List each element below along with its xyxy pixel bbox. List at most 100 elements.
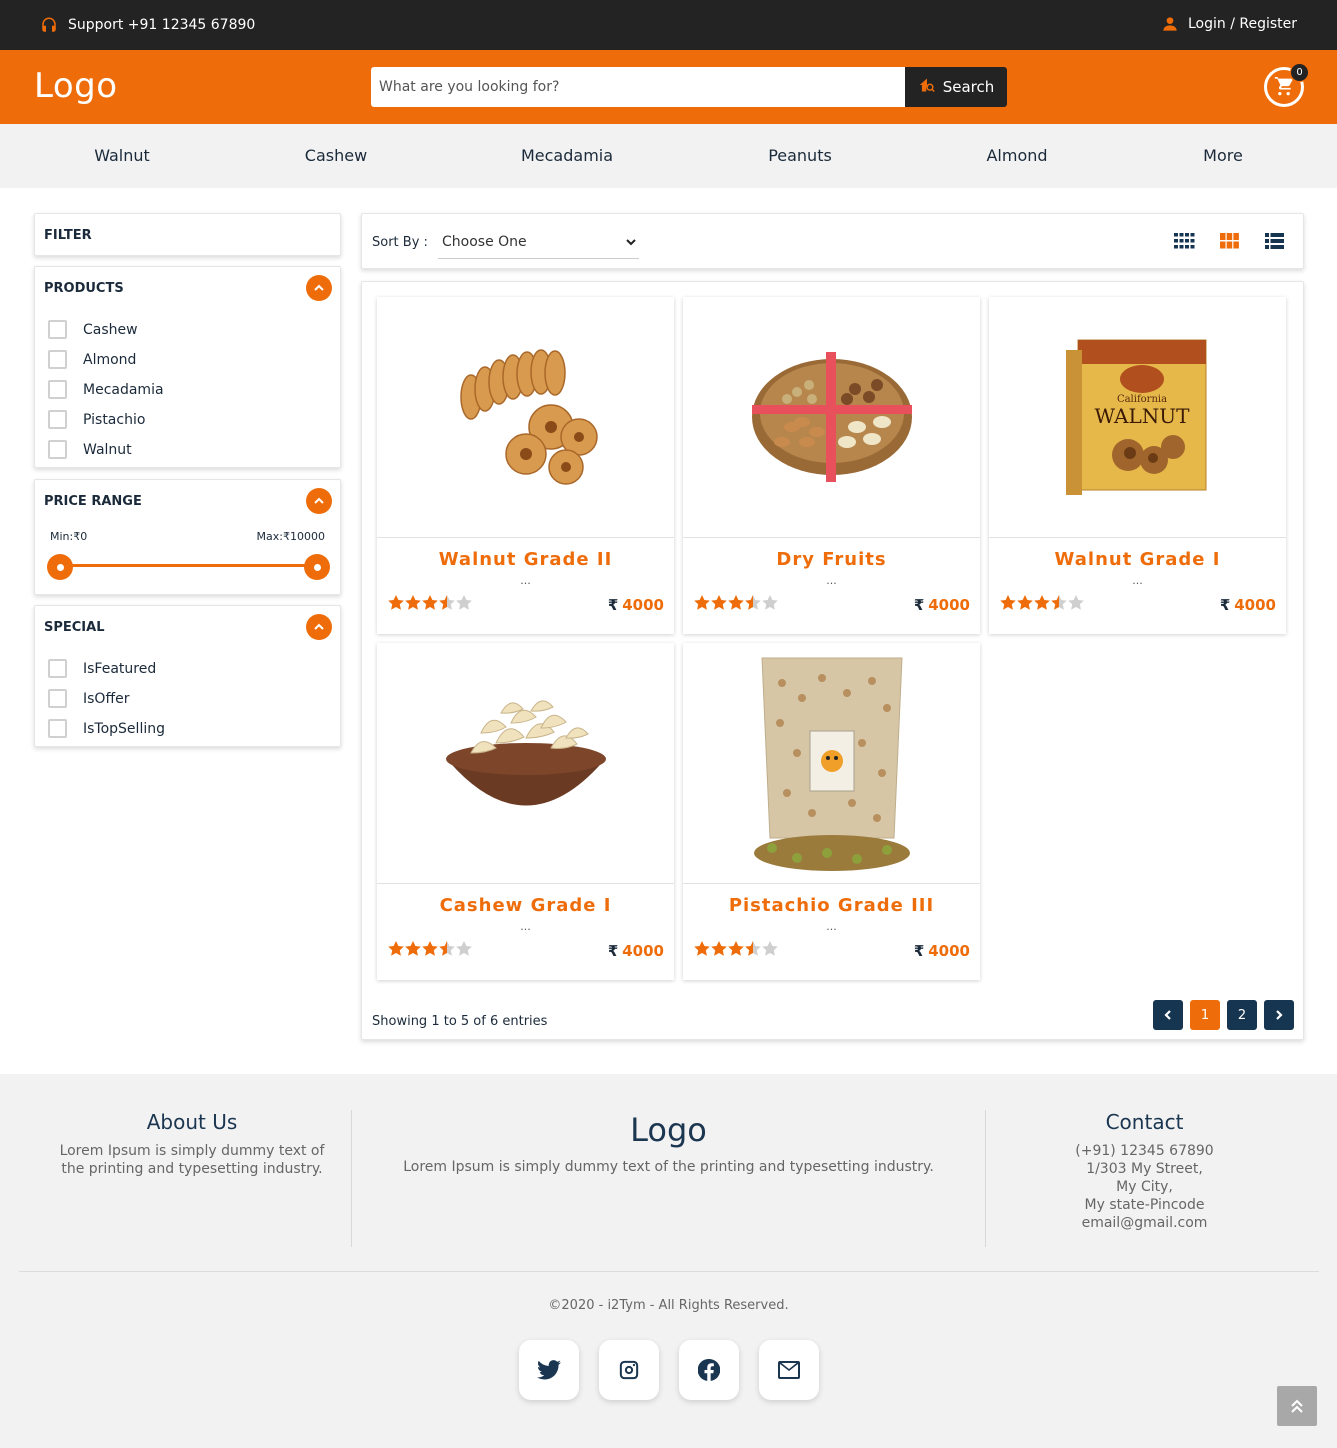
grid-large-view-icon[interactable] xyxy=(1220,233,1239,249)
product-card[interactable]: Pistachio Grade III ... ₹4000 xyxy=(683,643,980,980)
product-card[interactable]: California WALNUT Walnut Grade I ... ₹40… xyxy=(989,297,1286,634)
special-collapse-button[interactable] xyxy=(306,614,332,640)
price-min-label: Min:₹0 xyxy=(50,530,88,543)
pagination-next-button[interactable] xyxy=(1264,1000,1294,1030)
price-value: 4000 xyxy=(928,596,970,614)
product-card[interactable]: Dry Fruits ... ₹4000 xyxy=(683,297,980,634)
chevron-down-icon xyxy=(626,239,636,246)
product-card[interactable]: Cashew Grade I ... ₹4000 xyxy=(377,643,674,980)
checkbox[interactable] xyxy=(48,689,67,708)
filter-option-walnut[interactable]: Walnut xyxy=(48,440,132,459)
product-card[interactable]: Walnut Grade II ... ₹4000 xyxy=(377,297,674,634)
special-filter-card: SPECIAL IsFeatured IsOffer IsTopSelling xyxy=(34,605,341,747)
price-value: 4000 xyxy=(1234,596,1276,614)
sort-select[interactable]: Choose One xyxy=(438,228,639,259)
product-image[interactable] xyxy=(377,643,674,884)
product-description: ... xyxy=(826,920,837,933)
nav-item-walnut[interactable]: Walnut xyxy=(94,146,150,165)
dried-figs-image xyxy=(459,349,598,485)
price-slider-max-handle[interactable] xyxy=(304,554,330,580)
filter-option-mecadamia[interactable]: Mecadamia xyxy=(48,380,164,399)
grid-small-view-icon[interactable] xyxy=(1174,233,1195,249)
filter-option-pistachio[interactable]: Pistachio xyxy=(48,410,145,429)
nav-item-mecadamia[interactable]: Mecadamia xyxy=(521,146,613,165)
product-price: ₹4000 xyxy=(1220,596,1276,614)
checkbox[interactable] xyxy=(48,410,67,429)
pagination-info: Showing 1 to 5 of 6 entries xyxy=(372,1014,548,1029)
search-home-icon xyxy=(918,77,936,97)
product-image[interactable] xyxy=(683,643,980,884)
checkbox[interactable] xyxy=(48,659,67,678)
contact-email[interactable]: email@gmail.com xyxy=(986,1214,1303,1232)
checkbox[interactable] xyxy=(48,320,67,339)
price-range-title: PRICE RANGE xyxy=(44,494,142,509)
scroll-to-top-button[interactable] xyxy=(1277,1386,1317,1426)
nav-item-peanuts[interactable]: Peanuts xyxy=(768,146,832,165)
instagram-icon xyxy=(619,1360,639,1380)
checkbox[interactable] xyxy=(48,440,67,459)
price-value: 4000 xyxy=(622,596,664,614)
product-image[interactable] xyxy=(377,297,674,538)
price-value: 4000 xyxy=(928,942,970,960)
checkbox-label: Almond xyxy=(83,351,137,368)
instagram-button[interactable] xyxy=(599,1340,659,1400)
price-range-collapse-button[interactable] xyxy=(306,488,332,514)
login-register-link[interactable]: Login / Register xyxy=(1162,16,1297,32)
checkbox[interactable] xyxy=(48,719,67,738)
checkbox[interactable] xyxy=(48,350,67,369)
price-max-label: Max:₹10000 xyxy=(256,530,325,543)
cart-button[interactable]: 0 xyxy=(1264,63,1309,107)
facebook-icon xyxy=(698,1359,720,1381)
checkbox-label: IsTopSelling xyxy=(83,720,165,737)
products-filter-title: PRODUCTS xyxy=(44,281,124,296)
product-name[interactable]: Pistachio Grade III xyxy=(683,895,980,916)
nav-item-cashew[interactable]: Cashew xyxy=(305,146,367,165)
currency-symbol: ₹ xyxy=(1219,596,1231,614)
rating-stars-icon xyxy=(694,595,778,610)
facebook-button[interactable] xyxy=(679,1340,739,1400)
nav-item-more[interactable]: More xyxy=(1203,146,1243,165)
product-name[interactable]: Walnut Grade II xyxy=(377,549,674,570)
product-name[interactable]: Dry Fruits xyxy=(683,549,980,570)
filter-option-almond[interactable]: Almond xyxy=(48,350,136,369)
pagination-page-1[interactable]: 1 xyxy=(1190,1000,1220,1030)
price-slider-min-handle[interactable] xyxy=(47,554,73,580)
pagination-page-2[interactable]: 2 xyxy=(1227,1000,1257,1030)
copyright: ©2020 - i2Tym - All Rights Reserved. xyxy=(548,1298,789,1313)
chevron-up-icon xyxy=(314,497,324,504)
filter-option-cashew[interactable]: Cashew xyxy=(48,320,138,339)
sort-selected-value: Choose One xyxy=(442,234,527,250)
filter-option-isoffer[interactable]: IsOffer xyxy=(48,689,129,708)
logo[interactable]: Logo xyxy=(34,66,118,106)
product-image[interactable] xyxy=(683,297,980,538)
product-image[interactable]: California WALNUT xyxy=(989,297,1286,538)
product-name[interactable]: Cashew Grade I xyxy=(377,895,674,916)
product-name[interactable]: Walnut Grade I xyxy=(989,549,1286,570)
nav-item-almond[interactable]: Almond xyxy=(986,146,1047,165)
list-view-icon[interactable] xyxy=(1265,233,1284,249)
pistachio-bag-image xyxy=(753,657,910,871)
sort-bar: Sort By : Choose One xyxy=(361,213,1304,269)
header: Logo Search 0 xyxy=(0,50,1337,124)
twitter-button[interactable] xyxy=(519,1340,579,1400)
products-collapse-button[interactable] xyxy=(306,275,332,301)
top-bar: Support +91 12345 67890 Login / Register xyxy=(0,0,1337,50)
price-range-card: PRICE RANGE Min:₹0 Max:₹10000 xyxy=(34,479,341,595)
product-price: ₹4000 xyxy=(608,942,664,960)
search-button[interactable]: Search xyxy=(905,67,1007,107)
checkbox[interactable] xyxy=(48,380,67,399)
footer-logo[interactable]: Logo xyxy=(352,1110,985,1150)
price-slider-track[interactable] xyxy=(60,564,317,567)
search-input[interactable] xyxy=(371,67,905,107)
filter-option-isfeatured[interactable]: IsFeatured xyxy=(48,659,156,678)
search-button-label: Search xyxy=(942,78,995,96)
login-text: Login / Register xyxy=(1187,16,1297,32)
product-description: ... xyxy=(520,920,531,933)
pagination-prev-button[interactable] xyxy=(1153,1000,1183,1030)
contact-city: My City, xyxy=(1116,1179,1173,1195)
filter-option-istopselling[interactable]: IsTopSelling xyxy=(48,719,165,738)
cart-count-badge: 0 xyxy=(1290,63,1309,82)
cart-icon xyxy=(1274,77,1293,96)
star-rating xyxy=(388,941,472,957)
mail-button[interactable] xyxy=(759,1340,819,1400)
